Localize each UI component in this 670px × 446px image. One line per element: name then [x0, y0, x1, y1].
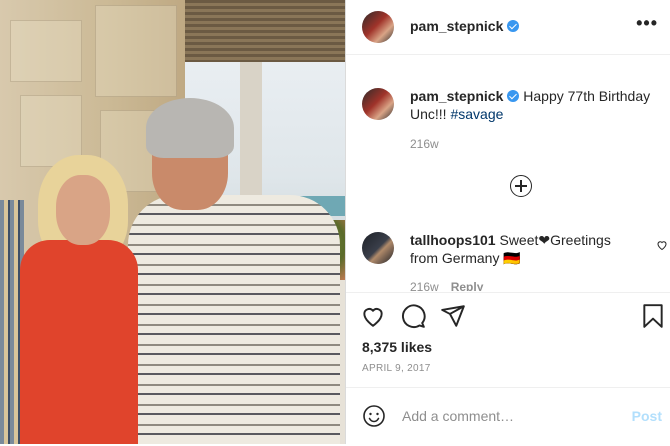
comment-username[interactable]: tallhoops101	[410, 232, 496, 248]
verified-badge-icon	[507, 20, 520, 32]
reply-button[interactable]: Reply	[451, 280, 484, 291]
likes-count[interactable]: 8,375 likes	[362, 339, 432, 355]
post-button[interactable]: Post	[632, 408, 662, 424]
window-blind	[185, 0, 345, 62]
comment-timestamp[interactable]: 216w	[410, 280, 439, 291]
woman-face	[56, 175, 110, 245]
woman-red-blouse	[20, 240, 138, 444]
emoji-icon[interactable]	[362, 404, 386, 428]
window-frame	[240, 62, 262, 212]
caption-username[interactable]: pam_stepnick	[410, 88, 503, 104]
post-photo[interactable]	[0, 0, 345, 444]
header-username[interactable]: pam_stepnick	[410, 18, 520, 34]
comment-icon[interactable]	[400, 303, 426, 329]
comment-avatar[interactable]	[362, 232, 394, 264]
action-bar: 8,375 likes April 9, 2017 Post	[346, 292, 670, 445]
post-side-panel: pam_stepnick ••• pam_stepnick Happy 77th…	[345, 0, 670, 444]
verified-badge-icon	[507, 90, 520, 102]
heart-icon[interactable]	[360, 303, 386, 329]
post-header: pam_stepnick •••	[346, 0, 670, 55]
add-comment-bar: Post	[346, 387, 670, 446]
comment-like-icon[interactable]	[656, 239, 668, 251]
share-icon[interactable]	[440, 303, 466, 329]
more-options-icon[interactable]: •••	[636, 13, 658, 34]
comments-section[interactable]: pam_stepnick Happy 77th Birthday Unc!!! …	[346, 55, 670, 291]
hashtag-link[interactable]: #savage	[450, 106, 503, 122]
caption: pam_stepnick Happy 77th Birthday Unc!!! …	[410, 87, 660, 123]
add-comment-input[interactable]	[402, 402, 612, 430]
comment: tallhoops101 Sweet❤Greetings from German…	[410, 231, 640, 267]
post-date: April 9, 2017	[362, 363, 431, 374]
load-more-icon[interactable]	[510, 175, 532, 197]
caption-timestamp[interactable]: 216w	[410, 137, 439, 151]
man-hair	[146, 98, 234, 158]
comment-meta: 216w Reply	[410, 280, 483, 291]
bookmark-icon[interactable]	[640, 303, 666, 329]
avatar[interactable]	[362, 11, 394, 43]
caption-avatar[interactable]	[362, 88, 394, 120]
man-striped-shirt	[128, 195, 340, 444]
